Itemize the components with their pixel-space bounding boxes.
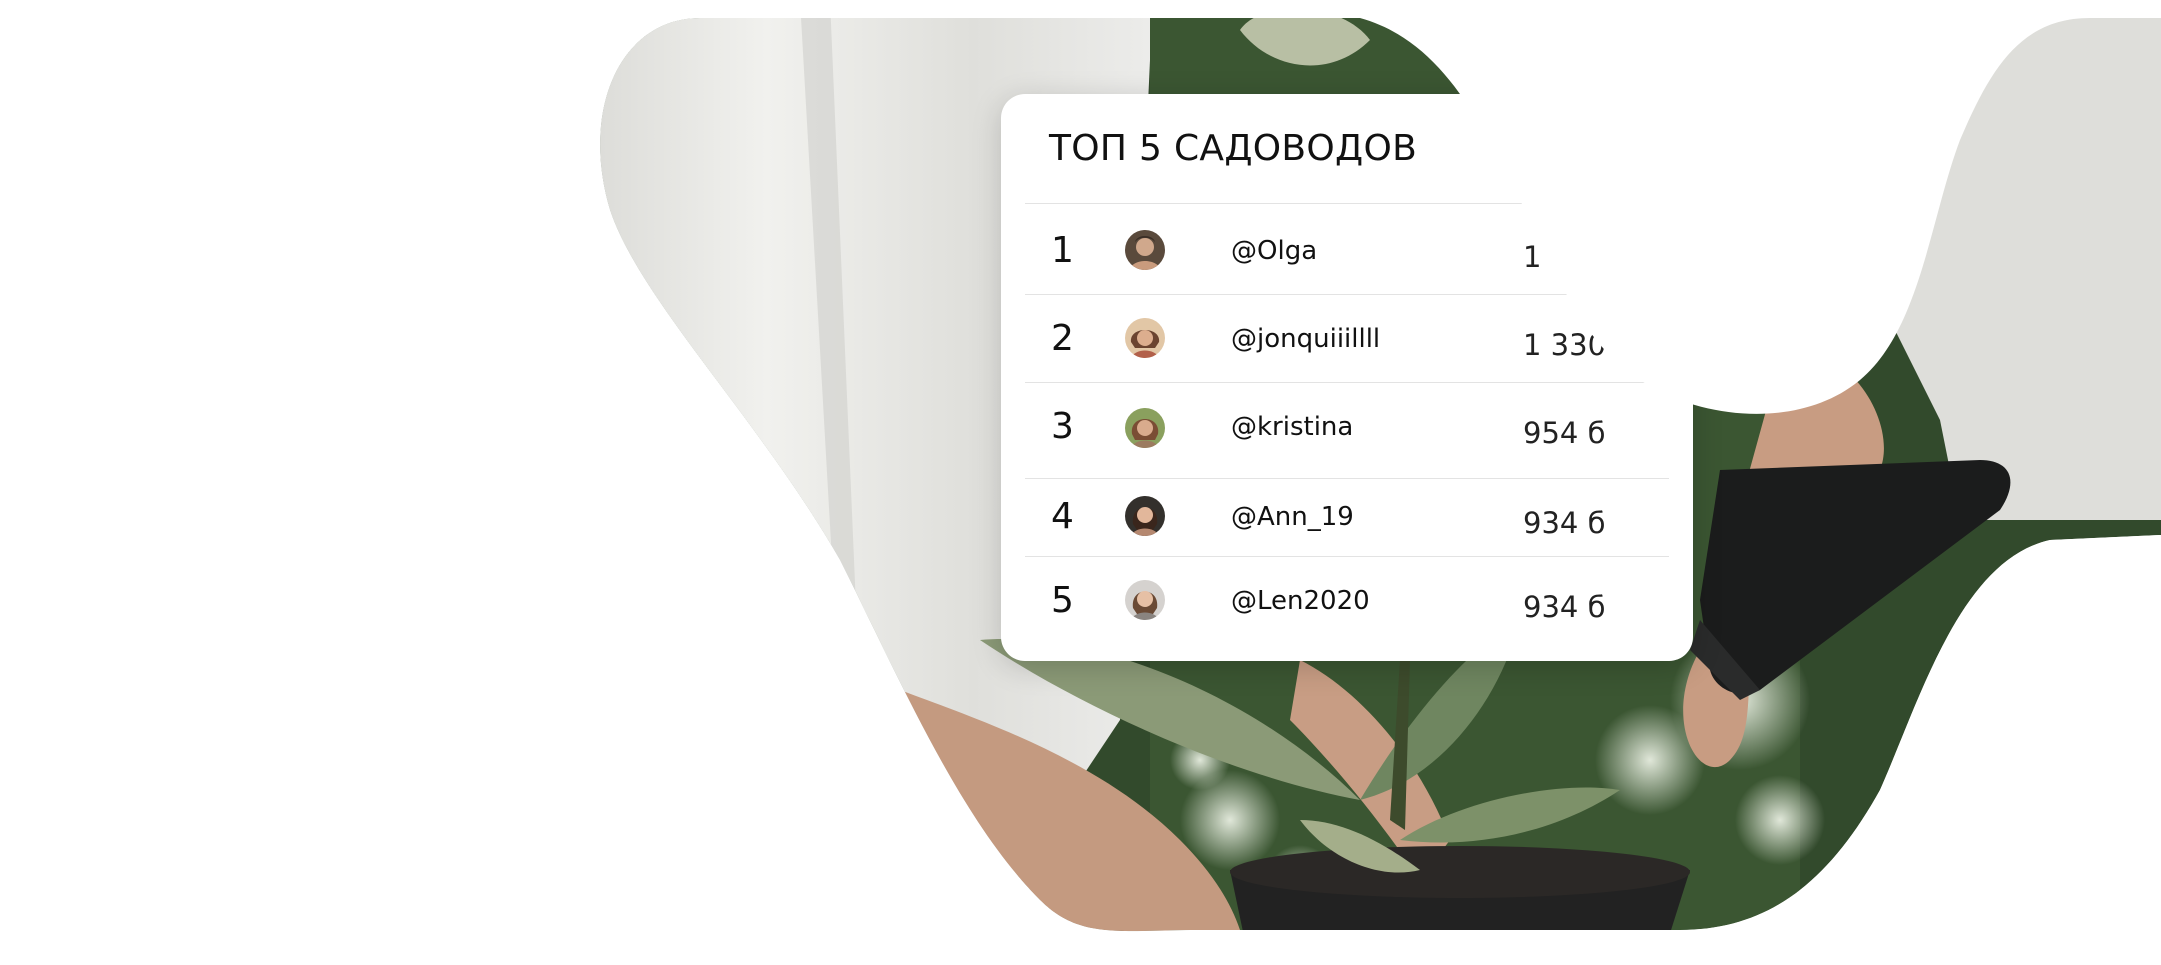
points: 1 5…: [1523, 240, 1599, 274]
rank-number: 2: [1051, 318, 1074, 359]
rank-number: 3: [1051, 406, 1074, 447]
username: @kristina: [1231, 412, 1354, 442]
points: 1 330 б: [1523, 328, 1634, 362]
divider: [1025, 382, 1669, 383]
leaderboard-card: ТОП 5 САДОВОДОВ 1 @Olga 1 5… 2 @jonquiii…: [1001, 94, 1693, 661]
divider: [1025, 478, 1669, 479]
points: 954 б: [1523, 416, 1606, 450]
divider: [1025, 294, 1669, 295]
points: 934 б: [1523, 590, 1606, 624]
avatar-ann-icon: [1125, 496, 1165, 536]
username: @Olga: [1231, 236, 1318, 266]
avatar: [1125, 318, 1165, 358]
avatar-jonquiiillll-icon: [1125, 318, 1165, 358]
divider: [1025, 556, 1669, 557]
avatar: [1125, 496, 1165, 536]
points: 934 б: [1523, 506, 1606, 540]
avatar-olga-icon: [1125, 230, 1165, 270]
divider: [1025, 203, 1669, 204]
avatar: [1125, 230, 1165, 270]
rank-number: 4: [1051, 496, 1074, 537]
avatar-len-icon: [1125, 580, 1165, 620]
username: @jonquiiillll: [1231, 324, 1381, 354]
avatar: [1125, 408, 1165, 448]
avatar: [1125, 580, 1165, 620]
username: @Len2020: [1231, 586, 1370, 616]
username: @Ann_19: [1231, 502, 1354, 532]
leaderboard-title: ТОП 5 САДОВОДОВ: [1049, 128, 1418, 169]
rank-number: 1: [1051, 230, 1074, 271]
avatar-kristina-icon: [1125, 408, 1165, 448]
rank-number: 5: [1051, 580, 1074, 621]
